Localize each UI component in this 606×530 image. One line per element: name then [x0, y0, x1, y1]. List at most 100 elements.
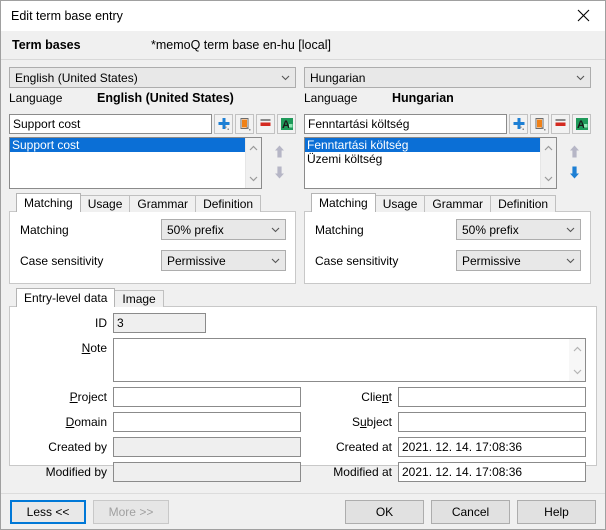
modified-at-field [398, 462, 586, 482]
delete-term-icon[interactable] [551, 114, 570, 134]
less-button-label: Less << [27, 505, 70, 519]
tab-grammar-target[interactable]: Grammar [424, 195, 491, 212]
tab-matching-target[interactable]: Matching [311, 193, 376, 212]
tab-grammar-source[interactable]: Grammar [129, 195, 196, 212]
language-name-source: English (United States) [97, 91, 234, 105]
language-select-target[interactable]: Hungarian [304, 67, 591, 88]
list-item[interactable]: Support cost [10, 138, 245, 152]
created-at-field [398, 437, 586, 457]
subject-field[interactable] [398, 412, 586, 432]
term-properties-icon[interactable]: A [572, 114, 591, 134]
delete-term-icon[interactable] [256, 114, 275, 134]
scroll-down-icon[interactable] [573, 364, 582, 378]
scroll-up-icon[interactable] [573, 342, 582, 356]
tab-usage-source[interactable]: Usage [80, 195, 131, 212]
add-term-icon[interactable] [214, 114, 233, 134]
window-title: Edit term base entry [1, 9, 123, 23]
language-select-source-value: English (United States) [15, 71, 280, 85]
entry-level-panel: ID Note [9, 306, 597, 466]
project-client-row: Project Client [18, 387, 588, 407]
id-row: ID [18, 313, 588, 333]
source-term-input[interactable] [9, 114, 212, 134]
ok-button[interactable]: OK [345, 500, 424, 524]
target-term-list[interactable]: Fenntartási költség Üzemi költség [304, 137, 557, 189]
note-scrollbar[interactable] [569, 339, 585, 381]
source-move-buttons [262, 137, 296, 189]
dialog-body: English (United States) Language English… [1, 60, 605, 493]
tab-image[interactable]: Image [114, 290, 163, 307]
matching-select-target[interactable]: 50% prefix [456, 219, 581, 240]
chevron-down-icon [565, 224, 576, 235]
add-term-icon[interactable] [509, 114, 528, 134]
less-button[interactable]: Less << [10, 500, 86, 524]
cancel-button[interactable]: Cancel [431, 500, 510, 524]
created-row: Created by Created at [18, 437, 588, 457]
scroll-down-icon[interactable] [544, 171, 553, 185]
close-icon[interactable] [561, 1, 605, 30]
list-item[interactable]: Üzemi költség [305, 152, 540, 166]
scroll-up-icon[interactable] [544, 141, 553, 155]
target-matching-panel: Matching 50% prefix Case sensitivity [304, 211, 591, 284]
cancel-button-label: Cancel [452, 505, 489, 519]
list-item[interactable]: Fenntartási költség [305, 138, 540, 152]
term-bases-label: Term bases [1, 38, 151, 52]
move-term-up-icon[interactable] [568, 144, 581, 162]
move-term-down-icon[interactable] [273, 165, 286, 183]
source-term-entry-row: A [9, 114, 296, 134]
tab-matching-source[interactable]: Matching [16, 193, 81, 212]
target-term-entry-row: A [304, 114, 591, 134]
term-properties-icon[interactable]: A [277, 114, 296, 134]
created-at-group: Created at [303, 437, 588, 457]
case-sensitivity-select-target-value: Permissive [462, 254, 565, 268]
source-term-list[interactable]: Support cost [9, 137, 262, 189]
forbidden-term-icon[interactable] [235, 114, 254, 134]
created-by-field [113, 437, 301, 457]
target-term-list-wrap: Fenntartási költség Üzemi költség [304, 137, 591, 189]
subject-label: Subject [303, 412, 398, 432]
project-field[interactable] [113, 387, 301, 407]
note-field[interactable] [114, 339, 569, 381]
subject-field-group: Subject [303, 412, 588, 432]
help-button-label: Help [544, 505, 569, 519]
case-sensitivity-select-source-value: Permissive [167, 254, 270, 268]
source-language-row: Language English (United States) [9, 91, 296, 113]
tab-usage-target[interactable]: Usage [375, 195, 426, 212]
project-label: Project [18, 387, 113, 407]
help-button[interactable]: Help [517, 500, 596, 524]
language-caption-source: Language [9, 91, 97, 105]
client-field[interactable] [398, 387, 586, 407]
move-term-down-icon[interactable] [568, 165, 581, 183]
target-tabstrip: Matching Usage Grammar Definition [304, 193, 591, 212]
matching-select-source[interactable]: 50% prefix [161, 219, 286, 240]
case-sensitivity-label-target: Case sensitivity [315, 254, 456, 268]
move-term-up-icon[interactable] [273, 144, 286, 162]
source-matching-panel: Matching 50% prefix Case sensitivity [9, 211, 296, 284]
scroll-up-icon[interactable] [249, 141, 258, 155]
target-language-panel: Hungarian Language Hungarian [304, 67, 591, 284]
matching-select-source-value: 50% prefix [167, 223, 270, 237]
target-case-row: Case sensitivity Permissive [315, 250, 581, 271]
target-list-scrollbar[interactable] [540, 138, 556, 188]
case-sensitivity-select-source[interactable]: Permissive [161, 250, 286, 271]
domain-field[interactable] [113, 412, 301, 432]
chevron-down-icon [565, 255, 576, 266]
source-case-row: Case sensitivity Permissive [20, 250, 286, 271]
tab-entry-level-data[interactable]: Entry-level data [16, 288, 115, 307]
domain-label: Domain [18, 412, 113, 432]
tab-definition-source[interactable]: Definition [195, 195, 261, 212]
more-button-label: More >> [109, 505, 154, 519]
target-term-input[interactable] [304, 114, 507, 134]
project-field-group: Project [18, 387, 303, 407]
source-language-panel: English (United States) Language English… [9, 67, 296, 284]
source-list-scrollbar[interactable] [245, 138, 261, 188]
modified-row: Modified by Modified at [18, 462, 588, 482]
tab-definition-target[interactable]: Definition [490, 195, 556, 212]
scroll-down-icon[interactable] [249, 171, 258, 185]
language-select-source[interactable]: English (United States) [9, 67, 296, 88]
more-button[interactable]: More >> [93, 500, 169, 524]
modified-by-group: Modified by [18, 462, 303, 482]
entry-tabstrip: Entry-level data Image [9, 288, 597, 307]
note-box[interactable] [113, 338, 586, 382]
case-sensitivity-select-target[interactable]: Permissive [456, 250, 581, 271]
forbidden-term-icon[interactable] [530, 114, 549, 134]
